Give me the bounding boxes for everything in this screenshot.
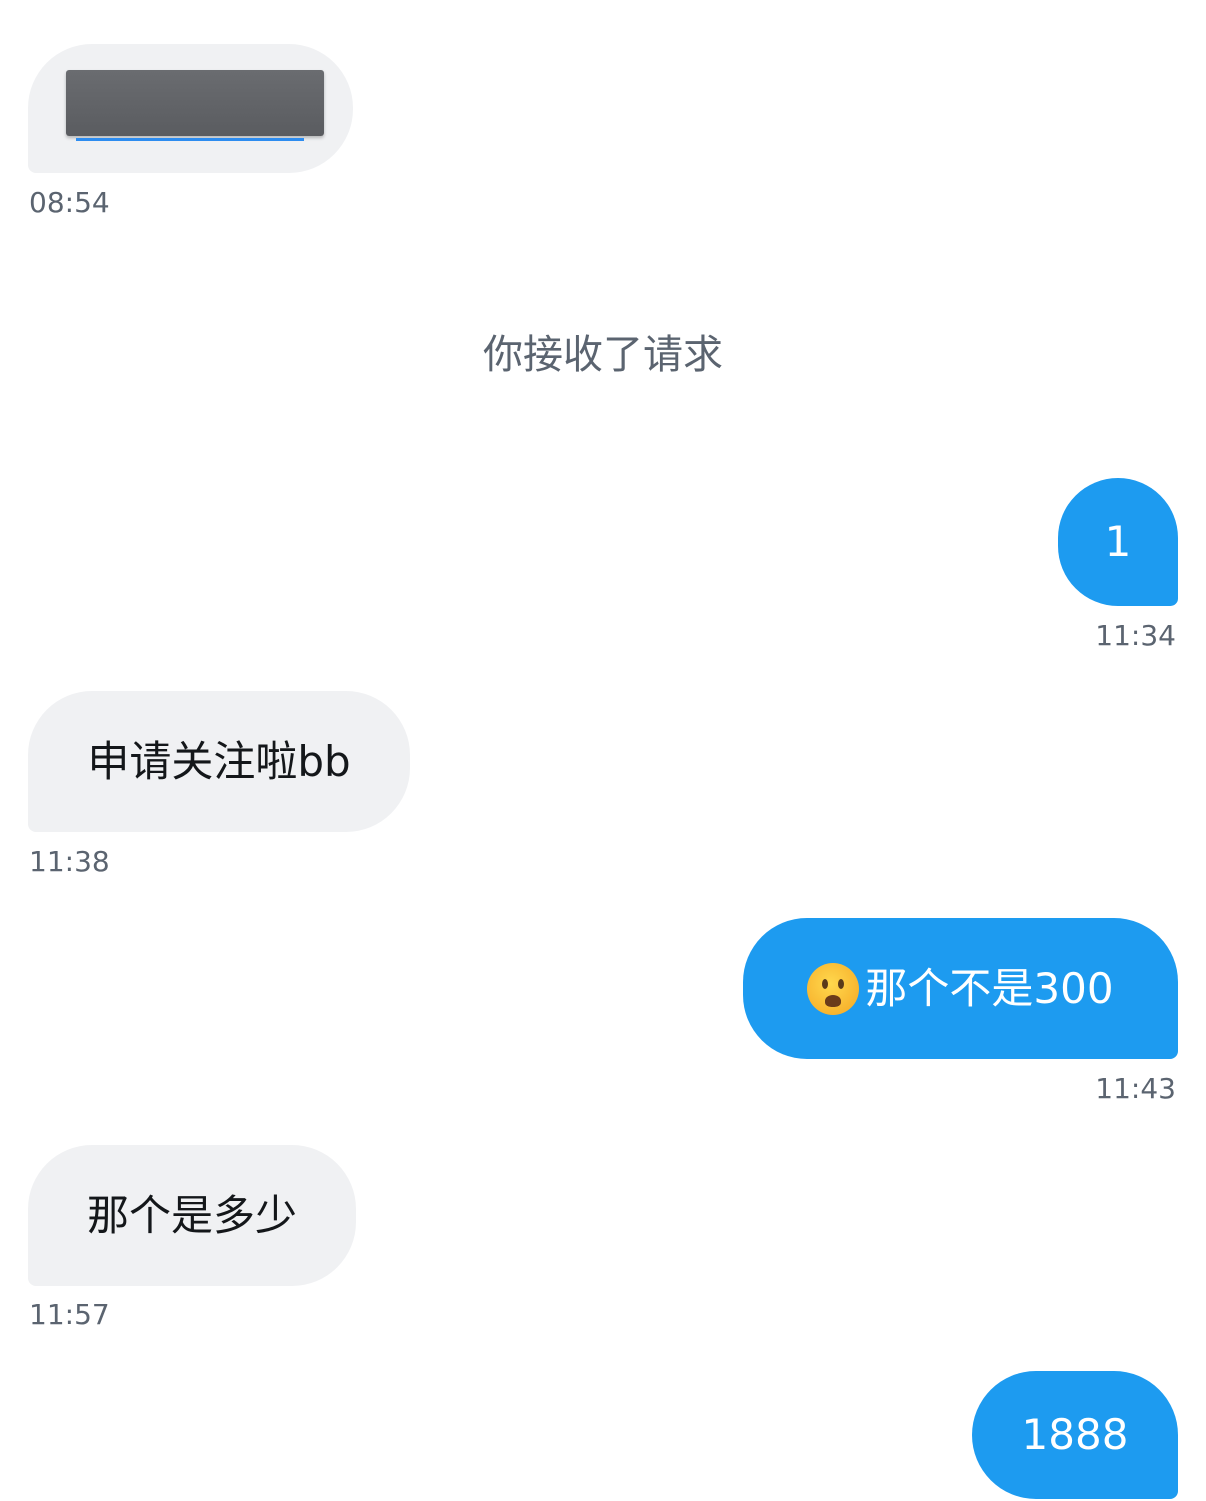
message-timestamp: 11:57	[29, 1298, 110, 1331]
media-underline	[76, 137, 304, 141]
message-bubble-outgoing[interactable]: 1888	[972, 1371, 1178, 1499]
message-text: 那个不是300	[865, 963, 1114, 1013]
message-media-bubble[interactable]	[28, 44, 353, 173]
media-image	[66, 69, 324, 136]
media-thumbnail[interactable]	[66, 69, 324, 141]
message-timestamp: 11:38	[29, 845, 110, 878]
message-bubble-outgoing[interactable]: 那个不是300	[743, 918, 1178, 1059]
message-text: 1	[1104, 517, 1132, 566]
system-notice: 你接收了请求	[483, 332, 723, 378]
message-text: 申请关注啦bb	[87, 736, 351, 786]
message-text: 1888	[1021, 1410, 1129, 1459]
chat-thread: 08:54 你接收了请求 1 11:34 申请关注啦bb 11:38 那个不是3…	[0, 0, 1206, 1501]
message-timestamp: 11:34	[1095, 619, 1176, 652]
message-text: 那个是多少	[86, 1190, 297, 1240]
message-bubble-incoming[interactable]: 那个是多少	[28, 1145, 356, 1286]
message-timestamp: 08:54	[29, 186, 110, 219]
worried-face-icon	[807, 962, 860, 1015]
message-bubble-outgoing[interactable]: 1	[1058, 478, 1178, 606]
message-bubble-incoming[interactable]: 申请关注啦bb	[28, 691, 410, 832]
message-timestamp: 11:43	[1095, 1072, 1176, 1105]
